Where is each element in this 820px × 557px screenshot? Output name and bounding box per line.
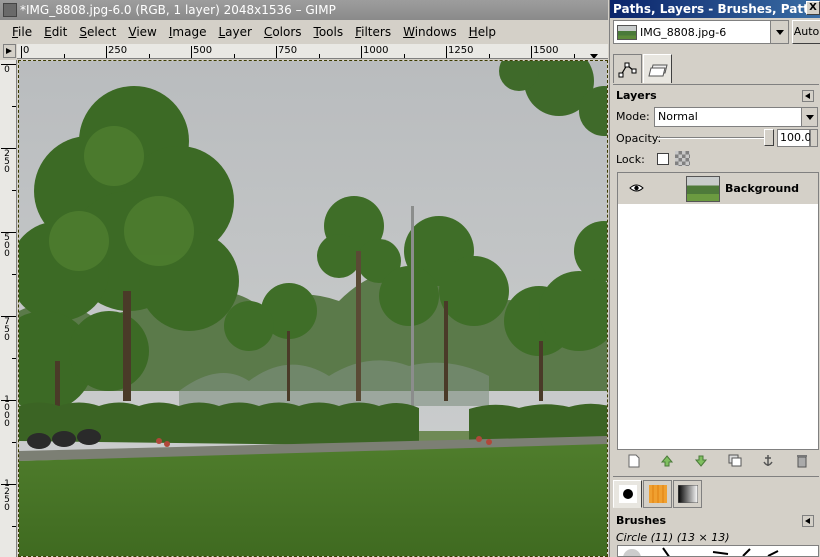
vertical-ruler[interactable]: 0 250 500 750 1000 1250 (0, 60, 17, 557)
new-layer-icon (628, 454, 640, 468)
chevron-down-icon[interactable] (801, 108, 817, 126)
menu-tools[interactable]: Tools (308, 21, 350, 43)
checkerboard-icon (675, 151, 690, 166)
auto-button[interactable]: Auto (792, 20, 820, 44)
hruler-label: 1250 (448, 45, 474, 56)
anchor-icon (763, 455, 774, 466)
horizontal-ruler[interactable]: 0 250 500 750 1000 1250 1500 (17, 44, 608, 59)
image-window: *IMG_8808.jpg-6.0 (RGB, 1 layer) 2048x15… (0, 0, 608, 557)
dock-tabs (613, 54, 673, 84)
image-window-titlebar: *IMG_8808.jpg-6.0 (RGB, 1 layer) 2048x15… (0, 0, 608, 20)
menubar: File Edit Select View Image Layer Colors… (0, 21, 608, 43)
image-thumbnail (617, 24, 637, 40)
layers-title: Layers (616, 89, 657, 102)
image-menu-select[interactable]: IMG_8808.jpg-6 (613, 20, 789, 44)
eye-icon[interactable] (629, 183, 644, 193)
layer-button-bar (617, 451, 819, 471)
hruler-label: 1500 (533, 45, 559, 56)
layer-thumbnail (686, 176, 720, 202)
brush-grid[interactable] (617, 545, 819, 557)
dock-title: Paths, Layers - Brushes, Patterns... (613, 2, 820, 16)
opacity-label: Opacity: (616, 132, 662, 145)
lower-layer-button[interactable] (693, 453, 709, 469)
opacity-slider[interactable] (657, 137, 773, 139)
menu-select[interactable]: Select (73, 21, 122, 43)
layers-icon (647, 64, 668, 77)
chevron-down-icon[interactable] (770, 21, 788, 43)
lower-icon (695, 455, 708, 467)
gimp-app-icon (3, 3, 17, 17)
raise-icon (661, 455, 674, 467)
divider (613, 476, 819, 477)
anchor-layer-button[interactable] (760, 453, 776, 469)
menu-windows[interactable]: Windows (397, 21, 463, 43)
new-layer-button[interactable] (626, 453, 642, 469)
brush-previews (623, 547, 779, 556)
image-menu-label: IMG_8808.jpg-6 (640, 25, 727, 39)
layers-panel-menu-button[interactable] (802, 90, 814, 102)
close-icon[interactable]: X (806, 1, 820, 15)
duplicate-icon (728, 454, 742, 467)
image-menu-button[interactable] (3, 44, 16, 58)
dock-window: Paths, Layers - Brushes, Patterns... X I… (609, 0, 820, 557)
layers-list[interactable]: Background (617, 172, 819, 450)
menu-edit[interactable]: Edit (38, 21, 73, 43)
mode-value: Normal (658, 110, 698, 123)
lock-label: Lock: (616, 153, 645, 166)
menu-view[interactable]: View (122, 21, 162, 43)
opacity-slider-handle[interactable] (764, 129, 774, 146)
tab-patterns[interactable] (643, 480, 672, 508)
image-window-title: *IMG_8808.jpg-6.0 (RGB, 1 layer) 2048x15… (20, 3, 336, 17)
photo-park-trees (19, 61, 607, 556)
pattern-icon (648, 485, 667, 503)
vruler-label: 750 (4, 317, 10, 343)
hruler-label: 250 (108, 45, 128, 56)
hruler-label: 0 (23, 45, 30, 56)
paths-icon (618, 62, 636, 78)
menu-help[interactable]: Help (463, 21, 502, 43)
triangle-right-icon (6, 48, 12, 54)
opacity-spinner[interactable] (810, 129, 818, 147)
tab-brushes[interactable] (613, 480, 642, 508)
current-brush-name: Circle (11) (13 × 13) (616, 531, 730, 544)
vruler-label: 0 (4, 65, 10, 75)
brushes-panel-menu-button[interactable] (802, 515, 814, 527)
mode-label: Mode: (616, 110, 650, 123)
layer-row[interactable]: Background (618, 173, 818, 204)
hruler-label: 750 (278, 45, 298, 56)
brush-tabs (613, 480, 703, 508)
menu-image[interactable]: Image (163, 21, 213, 43)
vruler-label: 250 (4, 149, 10, 175)
image-canvas[interactable] (18, 60, 608, 557)
menu-file[interactable]: File (6, 21, 38, 43)
divider (613, 84, 819, 85)
vruler-label: 1250 (4, 479, 10, 513)
brush-icon (618, 485, 637, 503)
vruler-label: 500 (4, 233, 10, 259)
menu-layer[interactable]: Layer (212, 21, 257, 43)
hruler-label: 1000 (363, 45, 389, 56)
brushes-title: Brushes (616, 514, 667, 527)
lock-alpha-checkbox[interactable] (657, 153, 669, 165)
dock-titlebar: Paths, Layers - Brushes, Patterns... X (610, 0, 820, 18)
tab-gradients[interactable] (673, 480, 702, 508)
mode-select[interactable]: Normal (654, 107, 818, 127)
layer-name[interactable]: Background (725, 182, 799, 195)
menu-colors[interactable]: Colors (258, 21, 308, 43)
tab-paths[interactable] (613, 54, 642, 83)
vruler-label: 1000 (4, 395, 10, 429)
menu-filters[interactable]: Filters (349, 21, 397, 43)
tab-layers[interactable] (643, 54, 672, 83)
layers-header: Layers (616, 89, 816, 102)
duplicate-layer-button[interactable] (727, 453, 743, 469)
hruler-label: 500 (193, 45, 213, 56)
delete-layer-button[interactable] (794, 453, 810, 469)
opacity-input[interactable]: 100.0 (777, 129, 812, 147)
ruler-ticks (21, 46, 598, 58)
trash-icon (797, 455, 808, 468)
raise-layer-button[interactable] (659, 453, 675, 469)
gradient-icon (677, 485, 698, 503)
